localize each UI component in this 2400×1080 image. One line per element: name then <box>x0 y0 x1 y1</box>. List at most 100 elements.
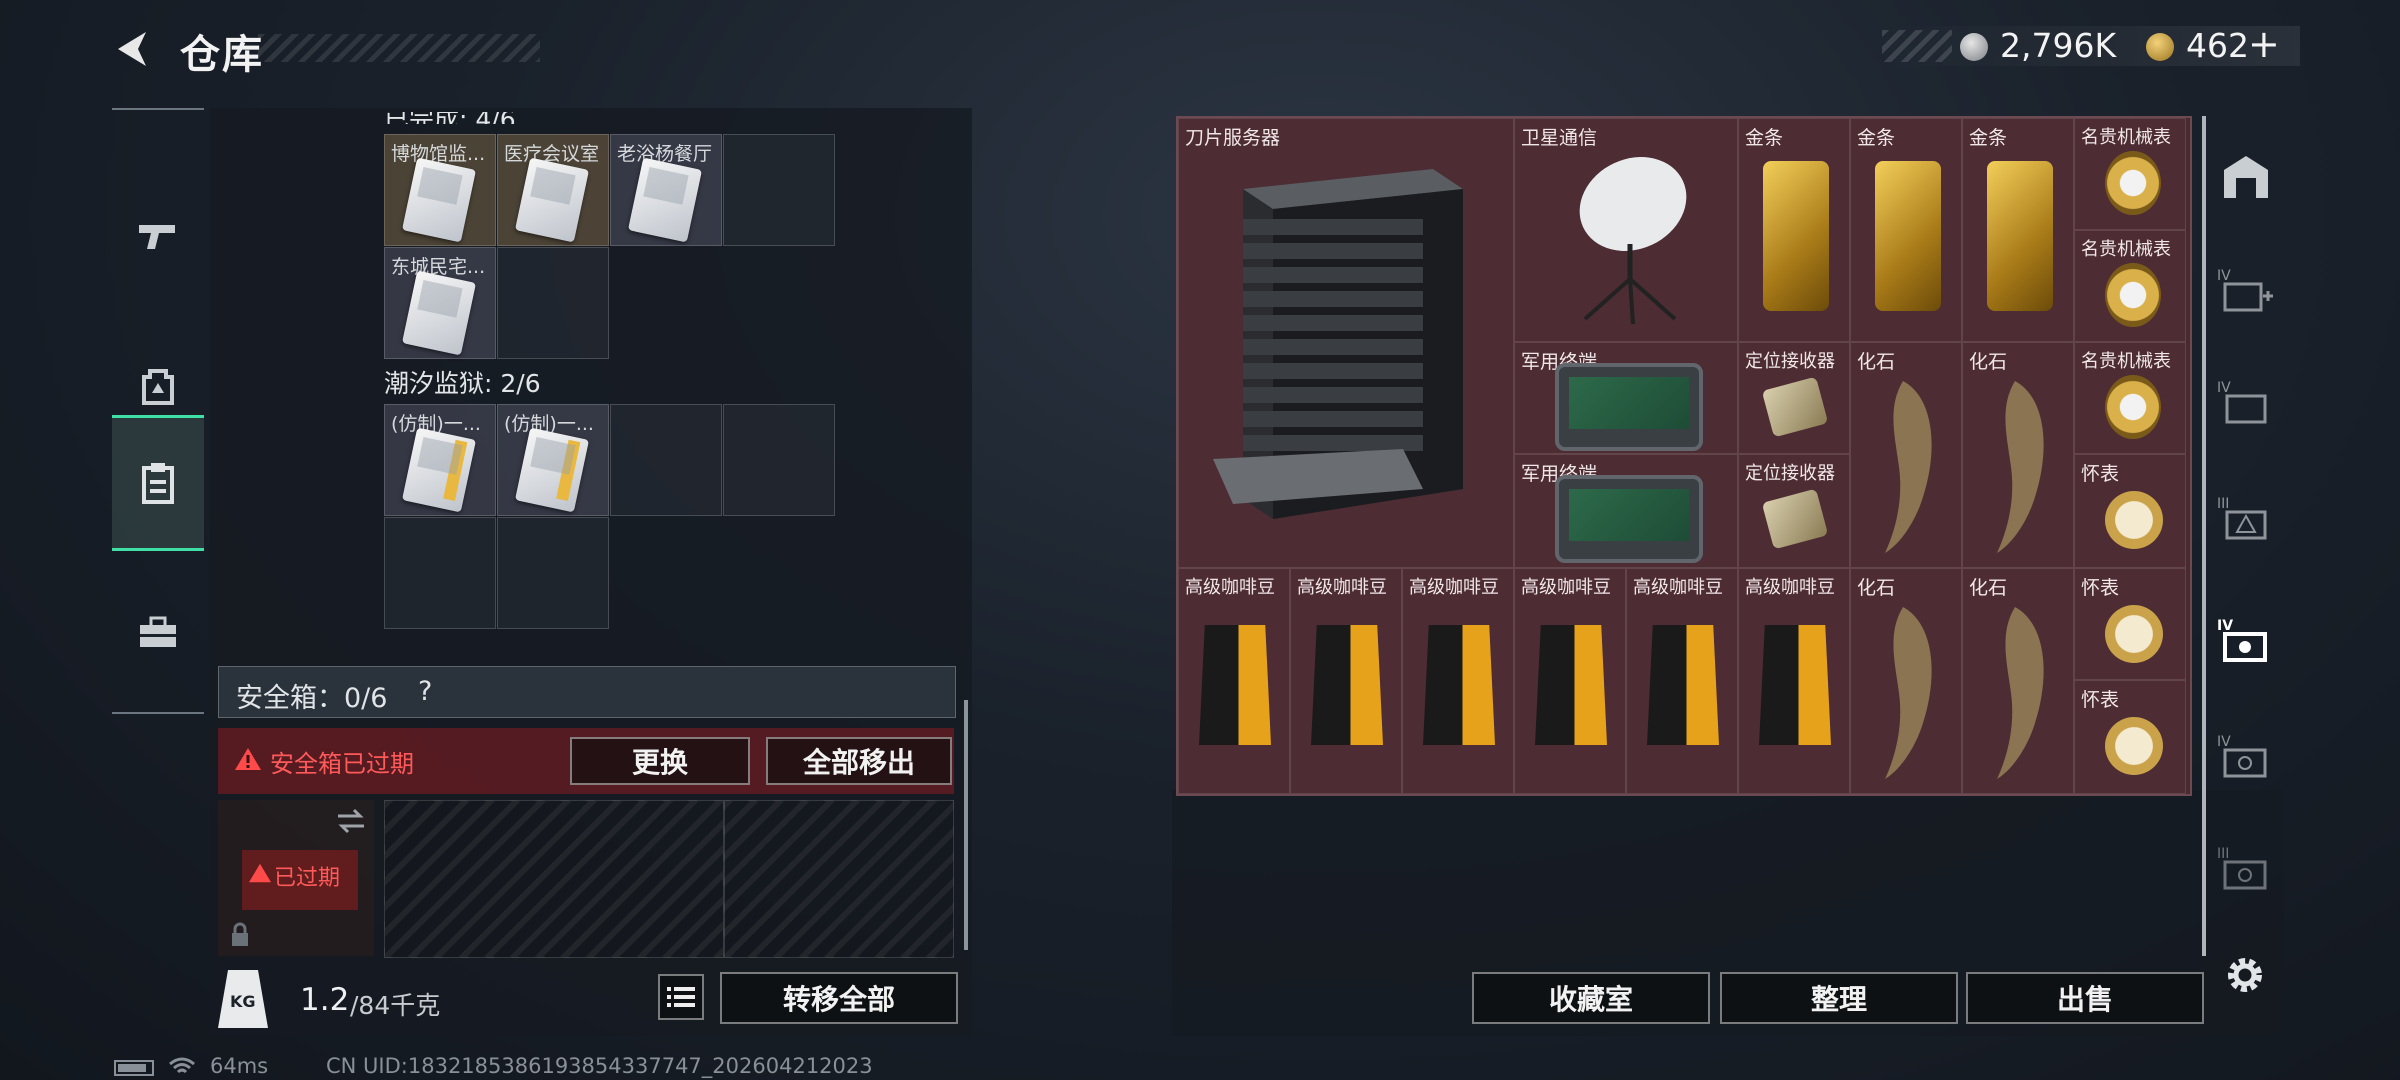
empty-slot[interactable] <box>497 247 609 359</box>
keycard-slot[interactable]: (仿制)一... <box>384 404 496 516</box>
item-coffee-beans[interactable]: 高级咖啡豆 <box>1178 568 1290 794</box>
tier-iv-medkit-icon: IV <box>2217 268 2273 312</box>
clipboard-icon <box>142 463 174 504</box>
item-gold-bar[interactable]: 金条 <box>1738 118 1850 342</box>
stash-page-3a[interactable]: III <box>2208 464 2284 574</box>
gun-icon <box>139 225 175 249</box>
title-stripe-decoration <box>258 34 540 62</box>
pocket-watch-icon <box>2105 605 2163 663</box>
stash-page-4a[interactable]: IV <box>2208 236 2284 346</box>
sidebar-scrollbar[interactable] <box>2202 116 2206 956</box>
keycard-slot[interactable]: 老浴杨餐厅 <box>610 134 722 246</box>
item-label: 高级咖啡豆 <box>1409 577 1499 598</box>
nav-tools[interactable] <box>112 568 204 698</box>
remove-all-button[interactable]: 全部移出 <box>766 737 952 785</box>
item-luxury-watch[interactable]: 名贵机械表 <box>2074 342 2186 454</box>
keycard-slot[interactable]: 医疗会议室 <box>497 134 609 246</box>
item-fossil[interactable]: 化石 <box>1850 568 1962 794</box>
safe-box-grid-locked <box>384 800 724 958</box>
item-label: 化石 <box>1857 577 1896 599</box>
empty-slot[interactable] <box>497 517 609 629</box>
item-military-terminal[interactable]: 军用终端 <box>1514 342 1738 454</box>
gold-triangle-coin-icon <box>2146 33 2174 61</box>
replace-button[interactable]: 更换 <box>570 737 750 785</box>
item-coffee-beans[interactable]: 高级咖啡豆 <box>1402 568 1514 794</box>
wifi-icon <box>169 1057 195 1074</box>
weight-icon-label: KG <box>230 992 256 1011</box>
item-coffee-beans[interactable]: 高级咖啡豆 <box>1738 568 1850 794</box>
item-fossil[interactable]: 化石 <box>1850 342 1962 568</box>
item-label: 高级咖啡豆 <box>1745 577 1835 598</box>
item-label: 定位接收器 <box>1745 463 1835 484</box>
stash-page-sidebar: IV IV III IV IV III <box>2208 116 2284 956</box>
add-currency-button[interactable]: + <box>2248 22 2280 66</box>
empty-slot[interactable] <box>723 134 835 246</box>
currency-stripe-decoration <box>1882 30 1952 62</box>
coffee-bag-icon <box>1759 625 1831 745</box>
item-satellite-comm[interactable]: 卫星通信 <box>1514 118 1738 342</box>
panel-scrollbar[interactable] <box>964 700 968 950</box>
keycard-slot[interactable]: 博物馆监... <box>384 134 496 246</box>
stash-home-icon <box>2224 156 2268 198</box>
toolbox-icon <box>140 616 176 647</box>
safe-box-label: 安全箱：0/6 <box>236 683 388 714</box>
swap-icon[interactable] <box>336 808 366 834</box>
transfer-all-button[interactable]: 转移全部 <box>720 972 958 1024</box>
empty-slot[interactable] <box>610 404 722 516</box>
item-fossil[interactable]: 化石 <box>1962 568 2074 794</box>
safe-box-slot[interactable]: 已过期 <box>218 800 374 956</box>
stash-page-4d[interactable]: IV <box>2208 702 2284 812</box>
back-arrow-icon[interactable] <box>110 26 156 72</box>
item-pocket-watch[interactable]: 怀表 <box>2074 568 2186 680</box>
keycard-label: 老浴杨餐厅 <box>617 143 713 165</box>
keycard-icon <box>401 427 477 513</box>
watch-icon <box>2105 151 2161 215</box>
item-gold-bar[interactable]: 金条 <box>1962 118 2074 342</box>
backpack-icon <box>142 369 174 405</box>
weight-value: 1.2 <box>300 982 350 1018</box>
weight-max: /84千克 <box>350 991 441 1020</box>
item-luxury-watch[interactable]: 名贵机械表 <box>2074 230 2186 342</box>
item-fossil[interactable]: 化石 <box>1962 342 2074 568</box>
item-gold-bar[interactable]: 金条 <box>1850 118 1962 342</box>
item-coffee-beans[interactable]: 高级咖啡豆 <box>1626 568 1738 794</box>
item-locator[interactable]: 定位接收器 <box>1738 454 1850 568</box>
gold-bar-icon <box>1875 161 1941 311</box>
stash-page-main[interactable] <box>2208 122 2284 232</box>
help-button[interactable]: ? <box>418 676 432 707</box>
terminal-icon <box>1555 363 1703 451</box>
item-pocket-watch[interactable]: 怀表 <box>2074 680 2186 794</box>
battery-icon <box>114 1060 154 1076</box>
keycard-slot[interactable]: 东城民宅... <box>384 247 496 359</box>
list-view-button[interactable] <box>658 974 704 1020</box>
item-pocket-watch[interactable]: 怀表 <box>2074 454 2186 568</box>
lock-icon <box>232 922 248 946</box>
empty-slot[interactable] <box>384 517 496 629</box>
coffee-bag-icon <box>1199 625 1271 745</box>
item-luxury-watch[interactable]: 名贵机械表 <box>2074 118 2186 230</box>
item-locator[interactable]: 定位接收器 <box>1738 342 1850 454</box>
item-military-terminal[interactable]: 军用终端 <box>1514 454 1738 568</box>
collection-room-button[interactable]: 收藏室 <box>1472 972 1710 1024</box>
keycard-icon <box>401 157 477 243</box>
locator-icon <box>1761 376 1829 438</box>
item-label: 高级咖啡豆 <box>1521 577 1611 598</box>
sell-button[interactable]: 出售 <box>1966 972 2204 1024</box>
item-blade-server[interactable]: 刀片服务器 <box>1178 118 1514 568</box>
keycard-label: 东城民宅... <box>391 256 486 278</box>
settings-button[interactable] <box>2222 952 2268 998</box>
pocket-watch-icon <box>2105 491 2163 549</box>
svg-text:IV: IV <box>2217 268 2231 284</box>
nav-items[interactable] <box>112 415 204 551</box>
stash-page-4c-active[interactable]: IV <box>2208 586 2284 696</box>
nav-weapons[interactable] <box>112 170 204 300</box>
stash-grid: 刀片服务器 卫星通信 金条 金条 金条 名贵机械表 名贵机械表 军用终端 军用终… <box>1176 116 2192 796</box>
empty-slot[interactable] <box>723 404 835 516</box>
keycard-slot[interactable]: (仿制)一... <box>497 404 609 516</box>
keycard-icon <box>401 270 477 356</box>
item-coffee-beans[interactable]: 高级咖啡豆 <box>1514 568 1626 794</box>
stash-page-4b[interactable]: IV <box>2208 348 2284 458</box>
stash-page-3b[interactable]: III <box>2208 814 2284 924</box>
sort-button[interactable]: 整理 <box>1720 972 1958 1024</box>
item-coffee-beans[interactable]: 高级咖啡豆 <box>1290 568 1402 794</box>
